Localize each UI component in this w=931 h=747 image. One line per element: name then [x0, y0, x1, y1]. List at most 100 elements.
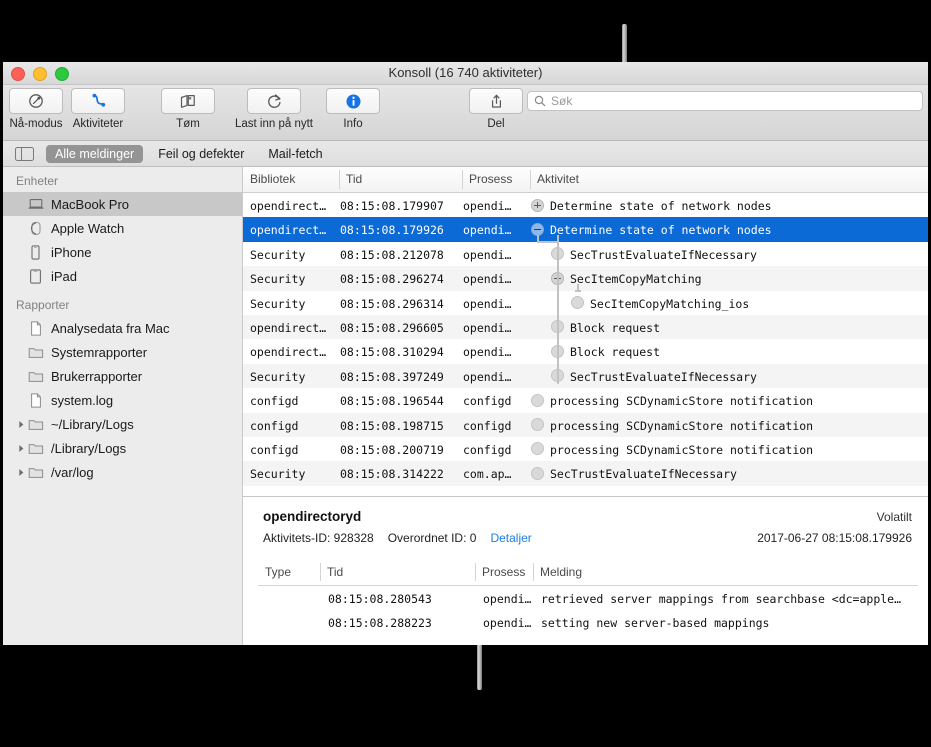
- activities-icon: [92, 93, 105, 107]
- sidebar-item-system-log[interactable]: system.log: [3, 388, 242, 412]
- window-content: Enheter MacBook Pro Apple Watch iPhone i…: [3, 167, 928, 645]
- detail-activity-id: Aktivitets-ID: 928328: [263, 531, 374, 545]
- table-row[interactable]: Security 08:15:08.296274 opendi… SecItemCop…: [243, 266, 928, 291]
- cell-tid: 08:15:08.314222: [340, 467, 444, 482]
- detail-column-header-prosess[interactable]: Prosess: [475, 565, 525, 579]
- chevron-right-icon[interactable]: [16, 444, 26, 453]
- console-window: Konsoll (16 740 aktiviteter) Nå-modus Ak…: [3, 62, 928, 645]
- toolbar-item-reload[interactable]: Last inn på nytt: [235, 88, 313, 130]
- table-row[interactable]: Security 08:15:08.296314 opendi… SecItemCop…: [243, 290, 928, 315]
- list-item[interactable]: 08:15:08.288223 opendi… setting new server…: [258, 611, 918, 635]
- cell-bibliotek: opendirect…: [250, 345, 327, 360]
- now-mode-button[interactable]: [9, 88, 63, 114]
- now-mode-label: Nå-modus: [9, 118, 63, 130]
- table-row[interactable]: Security 08:15:08.212078 opendi… SecTrustEv…: [243, 241, 928, 267]
- toolbar-item-share[interactable]: Del: [469, 88, 523, 130]
- cell-tid: 08:15:08.212078: [340, 247, 444, 262]
- activities-button[interactable]: [71, 88, 125, 114]
- log-table-body[interactable]: opendirect… 08:15:08.179907 opendi… Determi…: [243, 193, 928, 496]
- cell-tid: 08:15:08.198715: [340, 418, 444, 433]
- cell-tid: 08:15:08.310294: [340, 345, 444, 360]
- table-row[interactable]: Security 08:15:08.397249 opendi… SecTrustEv…: [243, 363, 928, 389]
- sidebar-item-label: /Library/Logs: [51, 440, 127, 456]
- filter-bar: Alle meldinger Feil og defekter Mail-fet…: [3, 141, 928, 167]
- filter-tab-errors-faults[interactable]: Feil og defekter: [149, 145, 253, 163]
- search-field[interactable]: Søk: [527, 91, 923, 111]
- activity-leaf-dot: [571, 296, 584, 310]
- detail-cell-tid: 08:15:08.280543: [328, 592, 432, 606]
- toolbar-item-activities[interactable]: Aktiviteter: [71, 88, 125, 130]
- table-row[interactable]: opendirect… 08:15:08.296605 opendi… Block r…: [243, 314, 928, 340]
- table-row[interactable]: opendirect… 08:15:08.179926 opendi… Determi…: [243, 217, 928, 242]
- sidebar-item-apple-watch[interactable]: Apple Watch: [3, 216, 242, 240]
- sidebar-item-macbook-pro[interactable]: MacBook Pro: [3, 192, 242, 216]
- detail-column-header-melding[interactable]: Melding: [533, 565, 582, 579]
- detail-table-body[interactable]: 08:15:08.280543 opendi… retrieved server m…: [258, 587, 918, 635]
- info-button[interactable]: [326, 88, 380, 114]
- sidebar-item-library-logs[interactable]: /Library/Logs: [3, 436, 242, 460]
- cell-prosess: opendi…: [463, 369, 512, 384]
- activity-expand-button[interactable]: [531, 198, 544, 212]
- reload-button[interactable]: [247, 88, 301, 114]
- column-header-tid[interactable]: Tid: [339, 172, 362, 186]
- table-row[interactable]: Security 08:15:08.314222 com.ap… SecTrustEv…: [243, 461, 928, 486]
- sidebar-item-analysedata-fra-mac[interactable]: Analysedata fra Mac: [3, 316, 242, 340]
- toolbar-item-info[interactable]: Info: [326, 88, 380, 130]
- activity-leaf-dot: [531, 466, 544, 480]
- table-row[interactable]: configd 08:15:08.196544 configd processing …: [243, 388, 928, 413]
- sidebar-item-brukerrapporter[interactable]: Brukerrapporter: [3, 364, 242, 388]
- callout-line-bottom: [477, 638, 482, 690]
- detail-table-header: Type Tid Prosess Melding: [258, 561, 918, 586]
- cell-prosess: opendi…: [463, 296, 512, 311]
- sidebar-item-var-log[interactable]: /var/log: [3, 460, 242, 484]
- sidebar-group-header-devices: Enheter: [16, 174, 59, 188]
- cell-aktivitet: SecItemCopyMatching_ios: [590, 296, 750, 311]
- sidebar-item-home-library-logs[interactable]: ~/Library/Logs: [3, 412, 242, 436]
- table-row[interactable]: opendirect… 08:15:08.179907 opendi… Determi…: [243, 193, 928, 218]
- sidebar-item-iphone[interactable]: iPhone: [3, 240, 242, 264]
- chevron-right-icon[interactable]: [16, 420, 26, 429]
- chevron-right-icon[interactable]: [16, 468, 26, 477]
- folder-icon: [27, 345, 44, 360]
- toolbar-item-now-mode[interactable]: Nå-modus: [9, 88, 63, 130]
- column-header-prosess[interactable]: Prosess: [462, 172, 512, 186]
- detail-process-title: opendirectoryd: [263, 509, 362, 524]
- activity-collapse-button[interactable]: [531, 222, 544, 236]
- share-button[interactable]: [469, 88, 523, 114]
- activity-leaf-dot: [531, 442, 544, 456]
- cell-tid: 08:15:08.296274: [340, 272, 444, 287]
- sidebar-item-ipad[interactable]: iPad: [3, 264, 242, 288]
- toolbar-item-clear[interactable]: Tøm: [161, 88, 215, 130]
- sidebar-item-systemrapporter[interactable]: Systemrapporter: [3, 340, 242, 364]
- table-row[interactable]: configd 08:15:08.198715 configd processing …: [243, 412, 928, 437]
- filter-tab-all-messages[interactable]: Alle meldinger: [46, 144, 144, 163]
- filter-tab-mail-fetch[interactable]: Mail-fetch: [259, 145, 331, 163]
- clear-icon: [180, 94, 195, 108]
- sidebar: Enheter MacBook Pro Apple Watch iPhone i…: [3, 167, 243, 645]
- sidebar-item-label: ~/Library/Logs: [51, 416, 134, 432]
- detail-column-header-tid[interactable]: Tid: [320, 565, 343, 579]
- sidebar-item-label: MacBook Pro: [51, 196, 130, 212]
- column-header-bibliotek[interactable]: Bibliotek: [243, 172, 295, 186]
- sidebar-toggle-icon[interactable]: [15, 146, 34, 161]
- cell-aktivitet: processing SCDynamicStore notification: [550, 442, 814, 457]
- table-row[interactable]: configd 08:15:08.200719 configd processing …: [243, 436, 928, 462]
- now-mode-icon: [28, 93, 43, 108]
- clear-button[interactable]: [161, 88, 215, 114]
- detail-cell-melding: setting new server-based mappings: [541, 616, 770, 630]
- table-row[interactable]: opendirect… 08:15:08.310294 opendi… Block r…: [243, 339, 928, 364]
- list-item[interactable]: 08:15:08.280543 opendi… retrieved server m…: [258, 587, 918, 611]
- cell-aktivitet: Determine state of network nodes: [550, 199, 772, 213]
- cell-bibliotek: opendirect…: [250, 199, 327, 213]
- search-placeholder: Søk: [551, 94, 573, 108]
- sidebar-item-label: Apple Watch: [51, 220, 125, 236]
- activity-leaf-dot: [531, 418, 544, 432]
- detail-column-header-type[interactable]: Type: [258, 565, 291, 579]
- column-header-aktivitet[interactable]: Aktivitet: [530, 172, 579, 186]
- activity-collapse-button[interactable]: [551, 271, 564, 285]
- detail-details-link[interactable]: Detaljer: [490, 531, 531, 545]
- cell-bibliotek: Security: [250, 369, 306, 384]
- cell-prosess: configd: [463, 394, 512, 409]
- main-panel: Bibliotek Tid Prosess Aktivitet opendire…: [243, 167, 928, 645]
- activity-leaf-dot: [551, 344, 564, 358]
